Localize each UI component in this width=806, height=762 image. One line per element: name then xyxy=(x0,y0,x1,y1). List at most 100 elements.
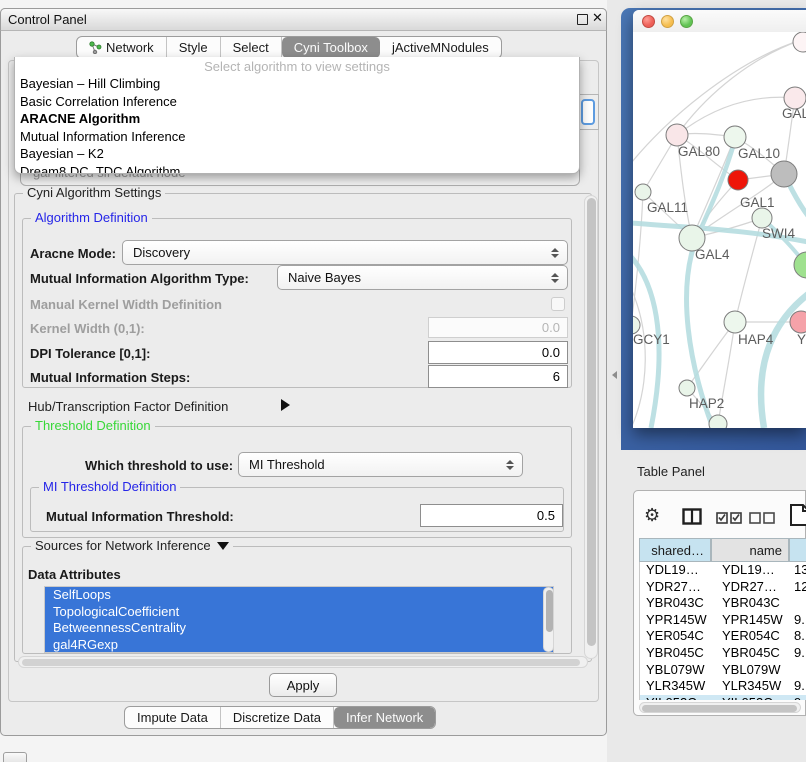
attribute-list-item[interactable]: gal4RGexp xyxy=(45,637,553,653)
network-node-swi4[interactable] xyxy=(752,208,772,228)
network-node-gal11[interactable] xyxy=(635,184,651,200)
algorithm-option[interactable]: Dream8 DC_TDC Algorithm xyxy=(15,163,579,175)
select-all-checkboxes-icon[interactable] xyxy=(716,511,743,524)
split-columns-icon[interactable] xyxy=(682,508,702,525)
attributes-vertical-scrollbar[interactable] xyxy=(543,587,554,652)
table-row[interactable]: YIL052CYIL052C9. xyxy=(640,695,806,700)
deselect-all-checkboxes-icon[interactable] xyxy=(749,511,776,524)
table-cell: YPR145W xyxy=(712,612,790,628)
attribute-list-item[interactable]: SelfLoops xyxy=(45,587,553,604)
network-node-y[interactable] xyxy=(790,311,806,333)
attribute-list-item[interactable]: BetweennessCentrality xyxy=(45,620,553,637)
network-node[interactable] xyxy=(709,415,727,428)
table-cell: YBR045C xyxy=(640,645,712,661)
hub-expand-arrow-icon[interactable] xyxy=(281,399,290,411)
zoom-traffic-light[interactable] xyxy=(680,15,693,28)
tab-impute-data[interactable]: Impute Data xyxy=(125,707,221,728)
attribute-list-item[interactable]: TopologicalCoefficient xyxy=(45,604,553,621)
sources-collapse-arrow-icon[interactable] xyxy=(217,542,229,550)
network-node-hap4[interactable] xyxy=(724,311,746,333)
network-window-titlebar[interactable] xyxy=(633,10,806,32)
manual-kernel-width-label: Manual Kernel Width Definition xyxy=(30,297,222,312)
close-panel-icon[interactable]: ✕ xyxy=(592,10,603,26)
tab-select[interactable]: Select xyxy=(221,37,282,58)
algorithm-definition-title: Algorithm Definition xyxy=(31,210,152,225)
table-cell: YBR043C xyxy=(640,595,712,611)
network-node[interactable] xyxy=(793,32,806,52)
column-header-shared…[interactable]: shared… xyxy=(639,538,711,562)
tab-style[interactable]: Style xyxy=(167,37,221,58)
table-cell: 8. xyxy=(790,628,806,644)
tab-discretize-data[interactable]: Discretize Data xyxy=(221,707,334,728)
table-cell: 12 xyxy=(790,579,806,595)
control-panel-tabs: NetworkStyleSelectCyni ToolboxjActiveMNo… xyxy=(76,36,502,59)
table-settings-gear-icon[interactable]: ⚙ xyxy=(644,505,660,526)
algorithm-option[interactable]: Mutual Information Inference xyxy=(15,128,579,146)
table-body[interactable]: YDL19…YDL19…13YDR27…YDR27…12YBR043CYBR04… xyxy=(639,562,806,700)
table-row[interactable]: YDL19…YDL19…13 xyxy=(640,562,806,579)
network-node[interactable] xyxy=(794,252,806,278)
minimize-traffic-light[interactable] xyxy=(661,15,674,28)
tab-cyni-toolbox[interactable]: Cyni Toolbox xyxy=(282,37,380,58)
column-header-name[interactable]: name xyxy=(711,538,789,562)
mi-threshold-input[interactable]: 0.5 xyxy=(420,504,563,527)
network-node-hap2[interactable] xyxy=(679,380,695,396)
settings-vertical-scrollbar[interactable] xyxy=(584,195,598,659)
algorithm-option[interactable]: ARACNE Algorithm xyxy=(15,110,579,128)
mi-steps-input[interactable]: 6 xyxy=(428,365,568,388)
algorithm-option[interactable]: Bayesian – K2 xyxy=(15,145,579,163)
algorithm-option[interactable]: Bayesian – Hill Climbing xyxy=(15,75,579,93)
network-canvas[interactable]: GAL7GAL80GAL10GAL1GAL11SWI4GAL4GCY1HAP4Y… xyxy=(633,32,806,428)
table-row[interactable]: YLR345WYLR345W9. xyxy=(640,678,806,695)
network-node-label: GAL4 xyxy=(695,247,730,262)
tab-jactivemnodules[interactable]: jActiveMNodules xyxy=(380,37,501,58)
close-traffic-light[interactable] xyxy=(642,15,655,28)
table-row[interactable]: YBL079WYBL079W xyxy=(640,662,806,679)
manual-kernel-width-checkbox[interactable] xyxy=(551,297,565,311)
mi-threshold-label: Mutual Information Threshold: xyxy=(46,509,234,524)
table-horizontal-scrollbar[interactable] xyxy=(639,702,801,713)
data-attributes-list[interactable]: SelfLoopsTopologicalCoefficientBetweenne… xyxy=(44,586,554,653)
mi-threshold-group-title: MI Threshold Definition xyxy=(39,479,180,494)
dpi-tolerance-input[interactable]: 0.0 xyxy=(428,341,568,364)
settings-horizontal-scrollbar[interactable] xyxy=(18,656,588,668)
table-cell: YIL052C xyxy=(640,695,712,700)
kernel-width-input[interactable]: 0.0 xyxy=(428,317,568,338)
table-cell: YPR145W xyxy=(640,612,712,628)
table-row[interactable]: YER054CYER054C8. xyxy=(640,628,806,645)
table-cell: YER054C xyxy=(640,628,712,644)
apply-button[interactable]: Apply xyxy=(269,673,337,697)
table-cell: 9. xyxy=(790,645,806,661)
aracne-mode-select[interactable]: Discovery xyxy=(122,240,568,265)
sources-group-title[interactable]: Sources for Network Inference xyxy=(31,538,233,553)
float-window-icon[interactable] xyxy=(577,14,588,25)
mi-algorithm-type-label: Mutual Information Algorithm Type: xyxy=(30,271,249,286)
network-node-gal1[interactable] xyxy=(728,170,748,190)
table-cell: YLR345W xyxy=(640,678,712,694)
splitpane-handle-icon[interactable] xyxy=(612,371,617,379)
table-row[interactable]: YBR043CYBR043C xyxy=(640,595,806,612)
hub-definition-toggle[interactable]: Hub/Transcription Factor Definition xyxy=(28,399,228,414)
table-row[interactable]: YPR145WYPR145W9. xyxy=(640,612,806,629)
table-row[interactable]: YDR27…YDR27…12 xyxy=(640,579,806,596)
network-node-label: HAP2 xyxy=(689,396,724,411)
table-cell: YDL19… xyxy=(712,562,790,578)
control-panel-titlebar[interactable] xyxy=(0,8,607,31)
table-row[interactable]: YBR045CYBR045C9. xyxy=(640,645,806,662)
network-node-gal10[interactable] xyxy=(724,126,746,148)
table-cell: 9. xyxy=(790,678,806,694)
tab-infer-network[interactable]: Infer Network xyxy=(334,707,435,728)
table-cell: YIL052C xyxy=(712,695,790,700)
mi-algorithm-type-select[interactable]: Naive Bayes xyxy=(277,265,568,290)
minimized-panel-button[interactable] xyxy=(3,752,27,762)
which-threshold-select[interactable]: MI Threshold xyxy=(238,452,523,477)
column-header-A[interactable]: A xyxy=(789,538,806,562)
network-node-gal80[interactable] xyxy=(666,124,688,146)
combo-stepper-icon xyxy=(551,248,559,258)
algorithm-option[interactable]: Basic Correlation Inference xyxy=(15,93,579,111)
inference-combo-fragment xyxy=(578,94,599,130)
new-table-document-icon[interactable] xyxy=(789,503,806,527)
network-node[interactable] xyxy=(771,161,797,187)
tab-network[interactable]: Network xyxy=(77,37,167,58)
network-node-label: GAL10 xyxy=(738,146,780,161)
